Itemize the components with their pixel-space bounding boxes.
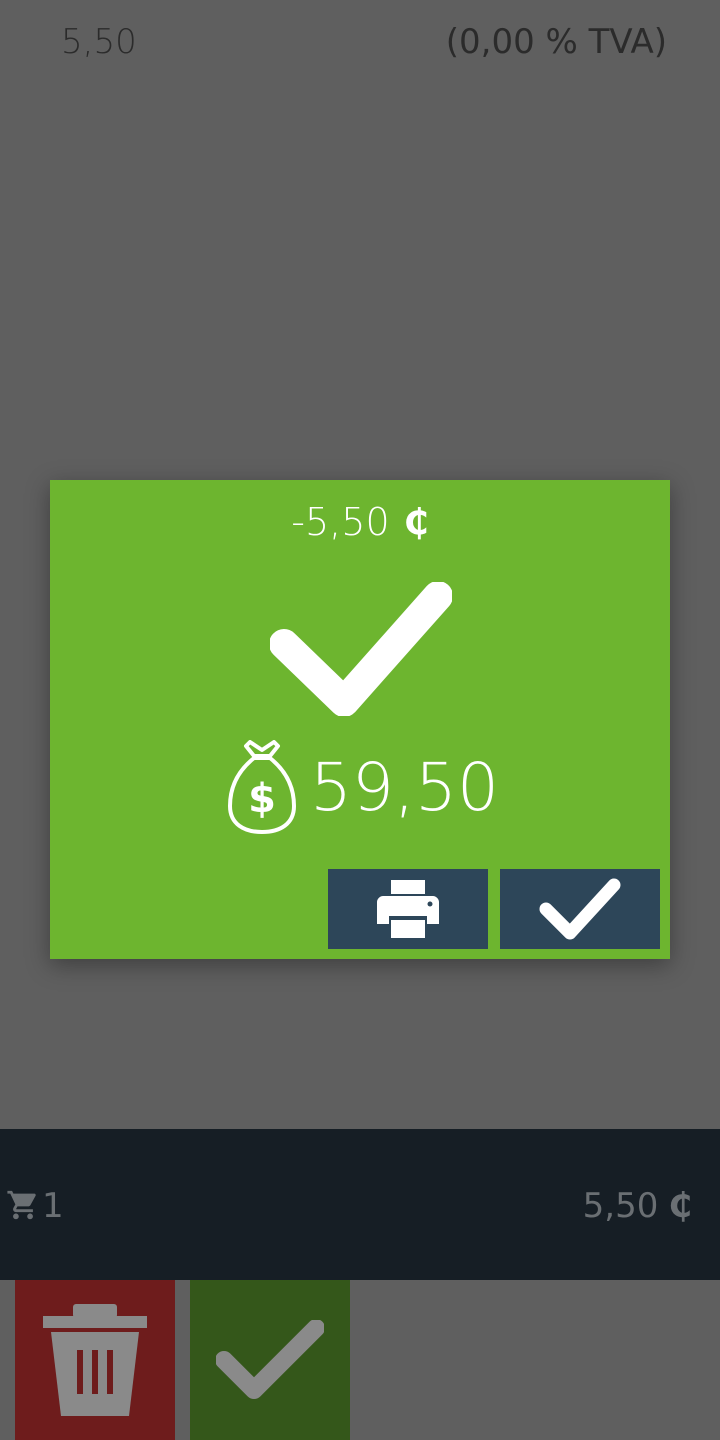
currency-symbol: ₵ xyxy=(403,501,429,543)
balance-value: 59,50 xyxy=(310,748,499,826)
success-check-icon xyxy=(270,582,452,716)
transaction-amount-value: -5,50 xyxy=(291,500,390,544)
trash-icon xyxy=(43,1304,147,1416)
svg-text:$: $ xyxy=(248,776,276,822)
check-icon xyxy=(216,1320,324,1399)
product-price: 5,50 xyxy=(61,22,137,62)
currency-symbol: ₵ xyxy=(668,1186,692,1226)
product-row[interactable]: 5,50 (0,00 % TVA) xyxy=(0,0,720,86)
balance-display: $ 59,50 xyxy=(228,740,499,834)
cart-item-count: 1 xyxy=(42,1186,64,1226)
validate-cart-button[interactable] xyxy=(190,1280,350,1440)
check-icon xyxy=(539,878,621,940)
transaction-amount: -5,50 ₵ xyxy=(0,500,720,544)
money-bag-icon: $ xyxy=(228,740,296,834)
shopping-cart-icon xyxy=(7,1190,36,1220)
delete-cart-button[interactable] xyxy=(15,1280,175,1440)
confirm-button[interactable] xyxy=(500,869,660,949)
product-vat: (0,00 % TVA) xyxy=(445,22,667,62)
print-receipt-button[interactable] xyxy=(328,869,488,949)
cart-total-value: 5,50 xyxy=(582,1186,659,1226)
printer-icon xyxy=(377,880,439,938)
cart-total: 5,50 ₵ xyxy=(583,1186,692,1226)
